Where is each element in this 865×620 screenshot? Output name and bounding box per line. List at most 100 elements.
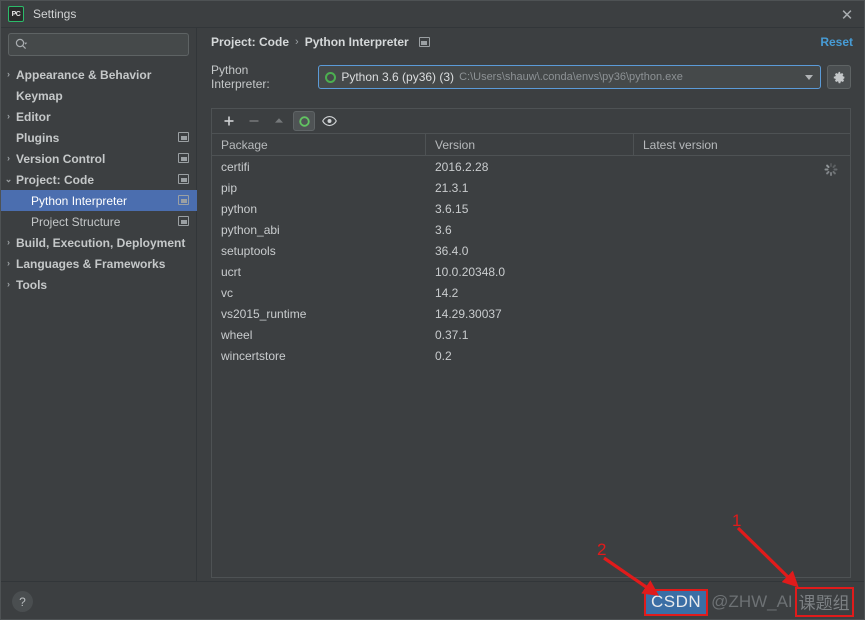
- table-row[interactable]: wheel 0.37.1: [212, 324, 850, 345]
- interpreter-label: Python Interpreter:: [211, 63, 270, 91]
- watermark-suffix: 课题组: [794, 587, 854, 617]
- chevron-right-icon[interactable]: ›: [1, 154, 16, 163]
- cell-package: python: [221, 201, 258, 216]
- cell-package: pip: [221, 180, 238, 195]
- sidebar-item-languages-frameworks[interactable]: › Languages & Frameworks: [1, 253, 197, 274]
- table-row[interactable]: ucrt 10.0.20348.0: [212, 261, 850, 282]
- loading-spinner-icon: [824, 163, 837, 176]
- settings-tree: › Appearance & Behavior Keymap › Editor Plugi…: [1, 64, 197, 295]
- sidebar-item-tools[interactable]: › Tools: [1, 274, 197, 295]
- sidebar-item-version-control[interactable]: › Version Control: [1, 148, 197, 169]
- cell-latest: [634, 345, 850, 366]
- column-header-version[interactable]: Version: [426, 134, 634, 155]
- sidebar-item-project-structure[interactable]: Project Structure: [1, 211, 197, 232]
- settings-dialog: PC Settings ✕ › Appearance & Behavior Keym…: [0, 0, 865, 620]
- search-input[interactable]: [31, 38, 188, 51]
- cell-package: certifi: [221, 159, 250, 174]
- window-title: Settings: [33, 7, 77, 21]
- sidebar-item-label: Languages & Frameworks: [16, 256, 166, 271]
- cell-version: 0.37.1: [435, 327, 469, 342]
- pycharm-logo-icon: PC: [8, 6, 24, 22]
- show-early-releases-button[interactable]: [318, 111, 340, 131]
- sidebar-item-build-execution-deployment[interactable]: › Build, Execution, Deployment: [1, 232, 197, 253]
- table-row[interactable]: wincertstore 0.2: [212, 345, 850, 366]
- sidebar-item-project-code[interactable]: ⌄ Project: Code: [1, 169, 197, 190]
- sidebar-item-keymap[interactable]: Keymap: [1, 85, 197, 106]
- help-question-icon[interactable]: ?: [12, 591, 33, 612]
- chevron-right-icon[interactable]: ›: [1, 70, 16, 79]
- conda-environment-button[interactable]: [293, 111, 315, 131]
- table-row[interactable]: setuptools 36.4.0: [212, 240, 850, 261]
- upgrade-package-button[interactable]: [268, 111, 290, 131]
- sidebar-item-appearance-behavior[interactable]: › Appearance & Behavior: [1, 64, 197, 85]
- interpreter-dropdown[interactable]: Python 3.6 (py36) (3) C:\Users\shauw\.co…: [318, 65, 822, 89]
- package-table-body: certifi 2016.2.28 pip 21.3.1 python 3.6.15 pyt…: [212, 156, 850, 366]
- cell-package: python_abi: [221, 222, 280, 237]
- add-package-button[interactable]: [218, 111, 240, 131]
- settings-modified-badge-icon: [418, 37, 430, 47]
- csdn-watermark: CSDN @ZHW_AI 课题组: [644, 587, 854, 617]
- cell-latest: [634, 261, 850, 282]
- search-icon: [15, 38, 28, 51]
- sidebar-item-label: Appearance & Behavior: [16, 67, 152, 82]
- package-panel: Package Version Latest version certifi 20…: [211, 108, 851, 578]
- cell-latest: [634, 282, 850, 303]
- table-row[interactable]: vs2015_runtime 14.29.30037: [212, 303, 850, 324]
- title-bar: PC Settings ✕: [1, 1, 864, 28]
- cell-latest: [634, 156, 850, 177]
- close-icon[interactable]: ✕: [836, 5, 858, 25]
- settings-modified-badge-icon: [178, 195, 189, 205]
- breadcrumb-root[interactable]: Project: Code: [211, 35, 289, 49]
- chevron-right-icon[interactable]: ›: [1, 280, 16, 289]
- cell-package: ucrt: [221, 264, 242, 279]
- settings-modified-badge-icon: [178, 153, 189, 163]
- annotation-number-1: 1: [732, 511, 742, 530]
- cell-package: vc: [221, 285, 233, 300]
- column-header-latest-version[interactable]: Latest version: [634, 134, 850, 155]
- interpreter-path: C:\Users\shauw\.conda\envs\py36\python.e…: [459, 71, 683, 83]
- interpreter-name: Python 3.6 (py36) (3): [341, 70, 455, 84]
- table-row[interactable]: python_abi 3.6: [212, 219, 850, 240]
- sidebar-item-python-interpreter[interactable]: Python Interpreter: [1, 190, 197, 211]
- cell-package: setuptools: [221, 243, 276, 258]
- breadcrumb: Project: Code › Python Interpreter: [211, 35, 430, 49]
- search-box[interactable]: [8, 33, 189, 56]
- table-row[interactable]: pip 21.3.1: [212, 177, 850, 198]
- sidebar-item-editor[interactable]: › Editor: [1, 106, 197, 127]
- chevron-right-icon[interactable]: ›: [1, 238, 16, 247]
- sidebar-item-label: Project Structure: [31, 214, 121, 229]
- cell-latest: [634, 324, 850, 345]
- sidebar-item-label: Project: Code: [16, 172, 95, 187]
- reset-button[interactable]: Reset: [820, 35, 853, 49]
- sidebar-item-label: Editor: [16, 109, 51, 124]
- cell-package: wheel: [221, 327, 253, 342]
- table-row[interactable]: python 3.6.15: [212, 198, 850, 219]
- cell-latest: [634, 240, 850, 261]
- table-row[interactable]: vc 14.2: [212, 282, 850, 303]
- sidebar-item-label: Tools: [16, 277, 48, 292]
- column-header-package[interactable]: Package: [212, 134, 426, 155]
- table-row[interactable]: certifi 2016.2.28: [212, 156, 850, 177]
- chevron-down-icon[interactable]: [805, 75, 814, 80]
- package-toolbar: [212, 109, 850, 134]
- sidebar-item-label: Plugins: [16, 130, 60, 145]
- sidebar-item-label: Build, Execution, Deployment: [16, 235, 186, 250]
- chevron-down-icon[interactable]: ⌄: [1, 175, 16, 184]
- chevron-right-icon[interactable]: ›: [1, 259, 16, 268]
- breadcrumb-separator: ›: [295, 36, 299, 48]
- gear-icon[interactable]: [827, 65, 851, 89]
- cell-version: 0.2: [435, 348, 452, 363]
- cell-version: 3.6: [435, 222, 452, 237]
- remove-package-button[interactable]: [243, 111, 265, 131]
- cell-package: vs2015_runtime: [221, 306, 307, 321]
- sidebar-item-plugins[interactable]: Plugins: [1, 127, 197, 148]
- chevron-right-icon[interactable]: ›: [1, 112, 16, 121]
- cell-latest: [634, 198, 850, 219]
- sidebar-item-label: Python Interpreter: [31, 193, 128, 208]
- interpreter-row: Python Interpreter: Python 3.6 (py36) (3…: [211, 63, 851, 91]
- cell-version: 36.4.0: [435, 243, 469, 258]
- cell-package: wincertstore: [221, 348, 286, 363]
- settings-main-panel: Project: Code › Python Interpreter Reset…: [198, 28, 864, 581]
- sidebar-item-label: Version Control: [16, 151, 106, 166]
- green-circle-icon: [325, 71, 337, 83]
